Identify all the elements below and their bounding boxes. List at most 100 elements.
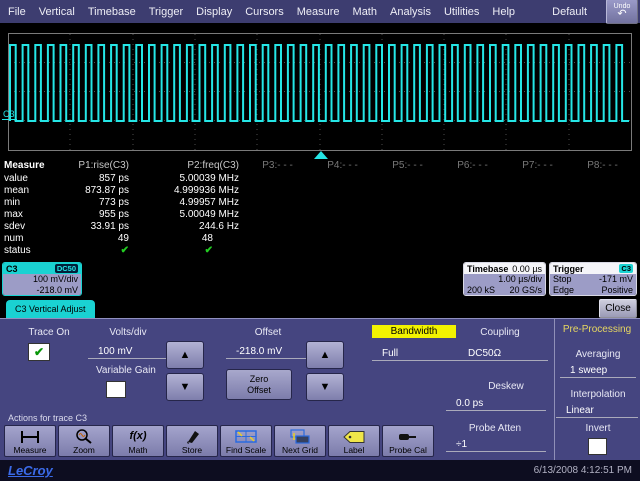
offset-decrease-button[interactable]: ▼: [306, 373, 344, 401]
channel-name: C3: [6, 264, 18, 274]
param-header-p6[interactable]: P6:- - -: [440, 160, 505, 171]
volts-div-decrease-button[interactable]: ▼: [166, 373, 204, 401]
panel-divider: [554, 319, 555, 461]
menu-item-timebase[interactable]: Timebase: [88, 6, 136, 18]
magnifier-icon: [74, 428, 94, 445]
averaging-label: Averaging: [560, 349, 636, 360]
down-arrow-icon: ▼: [180, 381, 191, 393]
deskew-field[interactable]: 0.0 ps: [446, 397, 546, 411]
trace-on-label: Trace On: [14, 327, 84, 338]
trigger-level: -171 mV: [599, 274, 633, 285]
coupling-field[interactable]: DC50Ω: [458, 347, 548, 361]
up-arrow-icon: ▲: [180, 349, 191, 361]
param-header-p8[interactable]: P8:- - -: [570, 160, 635, 171]
trigger-slope: Positive: [601, 285, 633, 296]
p2-sdev: 244.6 Hz: [135, 221, 245, 232]
trigger-mode: Stop: [553, 274, 572, 285]
coupling-badge: DC50: [55, 264, 78, 273]
bandwidth-label: Bandwidth: [372, 325, 456, 338]
channel3-trace-label[interactable]: C3: [3, 109, 15, 119]
p2-status-check-icon: ✔: [135, 245, 245, 256]
label-button[interactable]: Label: [328, 425, 380, 457]
p2-max: 5.00049 MHz: [135, 209, 245, 220]
coupling-label: Coupling: [458, 327, 542, 338]
p1-value: 857 ps: [60, 173, 135, 184]
row-label-status: status: [0, 245, 60, 256]
actions-for-trace-label: Actions for trace C3: [8, 413, 87, 423]
menu-item-cursors[interactable]: Cursors: [245, 6, 284, 18]
measure-header-row: Measure P1:rise(C3) P2:freq(C3) P3:- - -…: [0, 159, 640, 172]
menu-item-vertical[interactable]: Vertical: [39, 6, 75, 18]
menu-item-math[interactable]: Math: [353, 6, 377, 18]
close-button[interactable]: Close: [599, 299, 637, 318]
menu-item-measure[interactable]: Measure: [297, 6, 340, 18]
table-row: max 955 ps 5.00049 MHz: [0, 208, 640, 220]
zoom-button[interactable]: Zoom: [58, 425, 110, 457]
channel3-descriptor-box[interactable]: C3 DC50 100 mV/div -218.0 mV: [2, 262, 82, 296]
p1-num: 49: [60, 233, 135, 244]
row-label-max: max: [0, 209, 60, 220]
bandwidth-field[interactable]: Full: [372, 347, 462, 361]
menu-item-display[interactable]: Display: [196, 6, 232, 18]
menu-item-utilities[interactable]: Utilities: [444, 6, 479, 18]
menu-item-help[interactable]: Help: [492, 6, 515, 18]
datetime-display: 6/13/2008 4:12:51 PM: [534, 465, 632, 476]
param-header-p7[interactable]: P7:- - -: [505, 160, 570, 171]
next-grid-icon: [289, 428, 311, 445]
grid-lines: [9, 34, 631, 150]
preprocessing-title: Pre-Processing: [558, 324, 636, 335]
zero-offset-button[interactable]: Zero Offset: [226, 369, 292, 400]
variable-gain-checkbox[interactable]: [106, 381, 126, 398]
timebase-descriptor-box[interactable]: Timebase 0.00 µs 1.00 µs/div 200 kS 20 G…: [463, 262, 546, 296]
find-scale-button[interactable]: Find Scale: [220, 425, 272, 457]
invert-checkbox[interactable]: [588, 438, 607, 455]
probe-cal-button[interactable]: Probe Cal: [382, 425, 434, 457]
p1-sdev: 33.91 ps: [60, 221, 135, 232]
undo-button[interactable]: Undo ↶: [606, 0, 638, 24]
p2-num: 48: [135, 233, 245, 244]
table-row: status ✔ ✔: [0, 244, 640, 256]
menu-item-trigger[interactable]: Trigger: [149, 6, 183, 18]
menu-item-file[interactable]: File: [8, 6, 26, 18]
deskew-label: Deskew: [466, 381, 546, 392]
table-row: mean 873.87 ps 4.999936 MHz: [0, 184, 640, 196]
probe-atten-field[interactable]: ÷1: [446, 438, 546, 452]
param-header-p4[interactable]: P4:- - -: [310, 160, 375, 171]
p1-status-check-icon: ✔: [60, 245, 135, 256]
interpolation-field[interactable]: Linear: [556, 404, 638, 418]
timebase-samples: 200 kS: [467, 285, 495, 296]
offset-field[interactable]: -218.0 mV: [226, 345, 312, 359]
dialog-tab-strip: C3 Vertical Adjust Close: [0, 298, 640, 318]
p2-value: 5.00039 MHz: [135, 173, 245, 184]
trigger-descriptor-box[interactable]: Trigger C3 Stop -171 mV Edge Positive: [549, 262, 637, 296]
param-header-p2[interactable]: P2:freq(C3): [135, 160, 245, 171]
menu-bar: File Vertical Timebase Trigger Display C…: [0, 0, 640, 26]
param-header-p3[interactable]: P3:- - -: [245, 160, 310, 171]
offset-increase-button[interactable]: ▲: [306, 341, 344, 369]
math-button[interactable]: f(x) Math: [112, 425, 164, 457]
measure-icon: [20, 428, 40, 445]
lecroy-logo: LeCroy: [8, 463, 53, 478]
trace-on-checkbox[interactable]: ✔: [28, 343, 50, 361]
store-button[interactable]: Store: [166, 425, 218, 457]
p2-mean: 4.999936 MHz: [135, 185, 245, 196]
offset-label: Offset: [226, 327, 310, 338]
channel-offset: -218.0 mV: [36, 285, 78, 296]
trigger-type: Edge: [553, 285, 574, 296]
measure-button[interactable]: Measure: [4, 425, 56, 457]
next-grid-button[interactable]: Next Grid: [274, 425, 326, 457]
table-row: sdev 33.91 ps 244.6 Hz: [0, 220, 640, 232]
trigger-position-marker[interactable]: [314, 151, 328, 159]
find-scale-grid-icon: [235, 428, 257, 445]
table-row: value 857 ps 5.00039 MHz: [0, 172, 640, 184]
param-header-p1[interactable]: P1:rise(C3): [60, 160, 135, 171]
default-setup-label[interactable]: Default: [552, 6, 587, 18]
averaging-field[interactable]: 1 sweep: [560, 364, 636, 378]
oscilloscope-screen: File Vertical Timebase Trigger Display C…: [0, 0, 640, 481]
param-header-p5[interactable]: P5:- - -: [375, 160, 440, 171]
volts-div-field[interactable]: 100 mV: [88, 345, 168, 359]
status-bar: LeCroy 6/13/2008 4:12:51 PM: [0, 460, 640, 481]
menu-item-analysis[interactable]: Analysis: [390, 6, 431, 18]
tab-c3-vertical-adjust[interactable]: C3 Vertical Adjust: [6, 300, 95, 318]
measurement-table: Measure P1:rise(C3) P2:freq(C3) P3:- - -…: [0, 159, 640, 256]
